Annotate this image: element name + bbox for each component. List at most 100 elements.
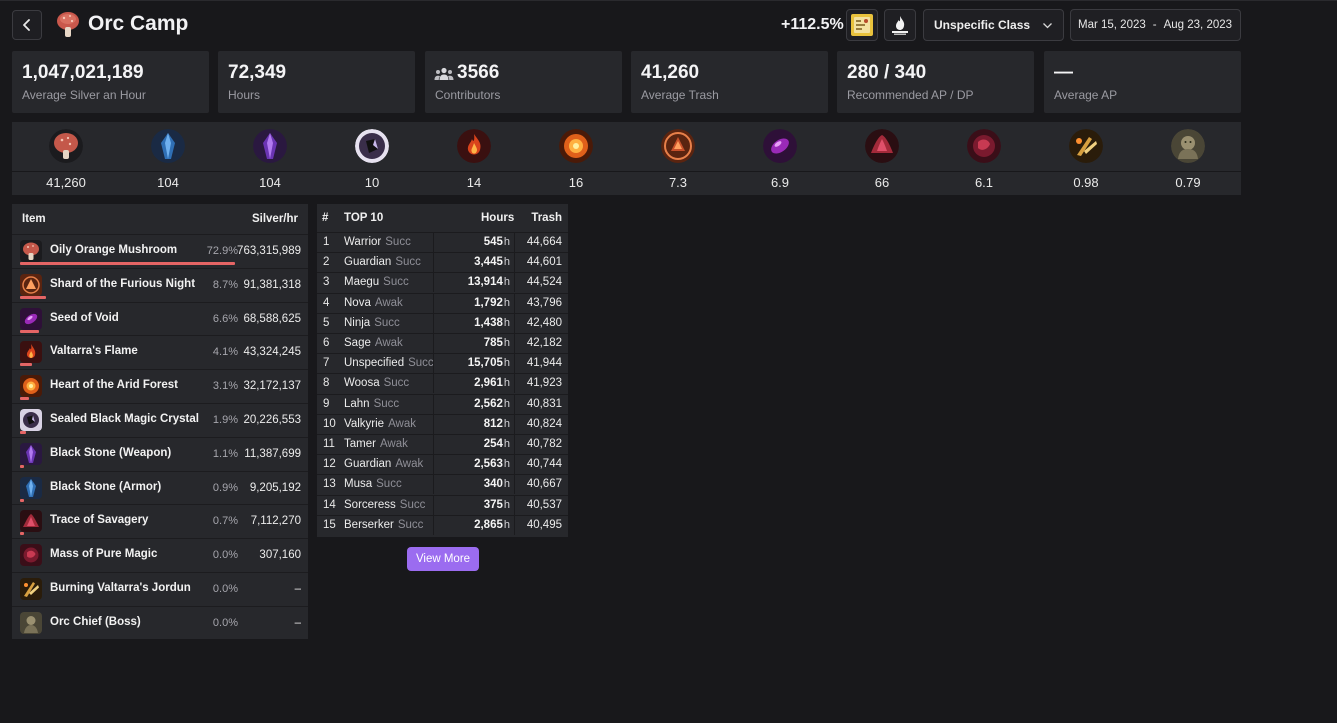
stat-label: Average Silver an Hour (22, 88, 146, 102)
share-bar (20, 262, 235, 265)
mushroom-icon (49, 129, 83, 163)
blue-crystal-icon (151, 129, 185, 163)
savagery-icon (20, 510, 42, 533)
treasure-map-toggle[interactable] (846, 9, 878, 41)
table-row[interactable]: 5 Ninja Succ 1,438h 42,480 (317, 312, 568, 333)
hours-unit: h (503, 296, 510, 309)
class-label: Warrior (344, 236, 382, 248)
table-row[interactable]: Seed of Void 6.6% 68,588,625 (12, 301, 308, 335)
drop-item[interactable]: 66 (842, 122, 922, 195)
trash-value: 40,782 (526, 438, 562, 450)
table-row[interactable]: 9 Lahn Succ 2,562h 40,831 (317, 393, 568, 414)
hours-cell: 3,445h (433, 253, 515, 273)
table-row[interactable]: 15 Berserker Succ 2,865h 40,495 (317, 514, 568, 535)
table-row[interactable]: Trace of Savagery 0.7% 7,112,270 (12, 504, 308, 537)
drop-item[interactable]: 6.9 (740, 122, 820, 195)
trash-value: 42,480 (526, 316, 562, 329)
column-header-silver[interactable]: Silver/hr (252, 213, 298, 225)
table-row[interactable]: 3 Maegu Succ 13,914h 44,524 (317, 272, 568, 293)
trash-value: 41,923 (526, 377, 562, 390)
class-name: Tamer Awak (344, 438, 408, 450)
table-row[interactable]: Heart of the Arid Forest 3.1% 32,172,137 (12, 369, 308, 402)
item-name: Trace of Savagery (50, 514, 149, 527)
table-row[interactable]: Mass of Pure Magic 0.0% 307,160 (12, 538, 308, 571)
view-more-button[interactable]: View More (407, 547, 479, 571)
stat-label: Average Trash (641, 88, 719, 102)
drop-value: 16 (568, 175, 584, 190)
drop-value: 6.9 (770, 175, 790, 190)
share-bar (20, 532, 24, 536)
table-row[interactable]: Shard of the Furious Night 8.7% 91,381,318 (12, 267, 308, 301)
date-range-picker[interactable]: Mar 15, 2023 - Aug 23, 2023 (1070, 9, 1241, 41)
stat-value: 280 / 340 (847, 62, 927, 83)
drop-item[interactable]: 104 (230, 122, 310, 195)
column-header-trash[interactable]: Trash (531, 212, 562, 224)
column-header-name: TOP 10 (344, 212, 384, 224)
drop-item[interactable]: 0.98 (1046, 122, 1126, 195)
item-name: Black Stone (Weapon) (50, 446, 172, 459)
class-label: Tamer (344, 438, 376, 450)
table-row[interactable]: Sealed Black Magic Crystal 1.9% 20,226,553 (12, 403, 308, 436)
table-row[interactable]: Orc Chief (Boss) 0.0% – (12, 605, 308, 639)
drop-item[interactable]: 10 (332, 122, 412, 195)
drop-item[interactable]: 6.1 (944, 122, 1024, 195)
table-row[interactable]: 1 Warrior Succ 545h 44,664 (317, 232, 568, 252)
table-row[interactable]: 14 Sorceress Succ 375h 40,537 (317, 494, 568, 515)
table-row[interactable]: Valtarra's Flame 4.1% 43,324,245 (12, 335, 308, 368)
rank: 6 (323, 337, 330, 349)
table-row[interactable]: Burning Valtarra's Jordun 0.0% – (12, 572, 308, 605)
hours-value: 375 (483, 498, 503, 511)
table-row[interactable]: 8 Woosa Succ 2,961h 41,923 (317, 373, 568, 394)
magic-crystal-icon (20, 409, 42, 431)
hours-value: 15,705 (467, 357, 503, 370)
hours-value: 785 (483, 337, 503, 349)
class-name: Sorceress Succ (344, 499, 425, 511)
table-row[interactable]: 11 Tamer Awak 254h 40,782 (317, 434, 568, 454)
chevron-down-icon (1043, 23, 1052, 29)
hours-cell: 2,865h (433, 515, 515, 535)
table-row[interactable]: 12 Guardian Awak 2,563h 40,744 (317, 454, 568, 475)
item-share-percent: 0.0% (212, 549, 238, 562)
class-select[interactable]: Unspecific Class (923, 9, 1064, 41)
table-row[interactable]: Oily Orange Mushroom 72.9% 763,315,989 (12, 234, 308, 267)
rank: 4 (323, 296, 330, 309)
drop-value: 41,260 (46, 175, 86, 190)
back-button[interactable] (12, 10, 42, 40)
stat-card-silver: 1,047,021,189 Average Silver an Hour (12, 51, 209, 113)
table-row[interactable]: 2 Guardian Succ 3,445h 44,601 (317, 252, 568, 273)
seed-icon (20, 307, 42, 330)
drop-item[interactable]: 14 (434, 122, 514, 195)
item-silver-per-hour: 43,324,245 (243, 346, 301, 359)
drop-item[interactable]: 7.3 (638, 122, 718, 195)
hours-value: 2,865 (474, 518, 503, 531)
item-silver-per-hour: 20,226,553 (243, 414, 301, 426)
item-share-percent: 0.9% (212, 481, 238, 494)
table-row[interactable]: 13 Musa Succ 340h 40,667 (317, 474, 568, 495)
table-row[interactable]: 10 Valkyrie Awak 812h 40,824 (317, 413, 568, 434)
class-name: Valkyrie Awak (344, 418, 416, 430)
flame-icon (457, 129, 491, 163)
spec-label: Succ (385, 236, 411, 248)
item-share-percent: 1.9% (212, 414, 238, 426)
column-header-hours[interactable]: Hours (481, 212, 514, 224)
class-label: Maegu (344, 276, 380, 289)
trash-value: 41,944 (526, 357, 562, 370)
column-header-item[interactable]: Item (22, 213, 46, 225)
trash-value: 40,495 (526, 518, 562, 531)
table-row[interactable]: Black Stone (Armor) 0.9% 9,205,192 (12, 470, 308, 504)
spec-label: Awak (395, 458, 424, 471)
campfire-toggle[interactable] (884, 9, 916, 41)
drop-item[interactable]: 104 (128, 122, 208, 195)
table-row[interactable]: 4 Nova Awak 1,792h 43,796 (317, 292, 568, 313)
hours-value: 3,445 (474, 256, 503, 269)
drop-item[interactable]: 41,260 (26, 122, 106, 195)
table-row[interactable]: Black Stone (Weapon) 1.1% 11,387,699 (12, 436, 308, 470)
drop-item[interactable]: 0.79 (1148, 122, 1228, 195)
table-row[interactable]: 7 Unspecified Succ 15,705h 41,944 (317, 353, 568, 374)
drop-item[interactable]: 16 (536, 122, 616, 195)
rank: 12 (323, 458, 336, 471)
table-row[interactable]: 6 Sage Awak 785h 42,182 (317, 333, 568, 353)
hours-cell: 340h (433, 475, 515, 495)
spec-label: Awak (379, 438, 408, 450)
trash-value: 44,524 (526, 276, 562, 289)
